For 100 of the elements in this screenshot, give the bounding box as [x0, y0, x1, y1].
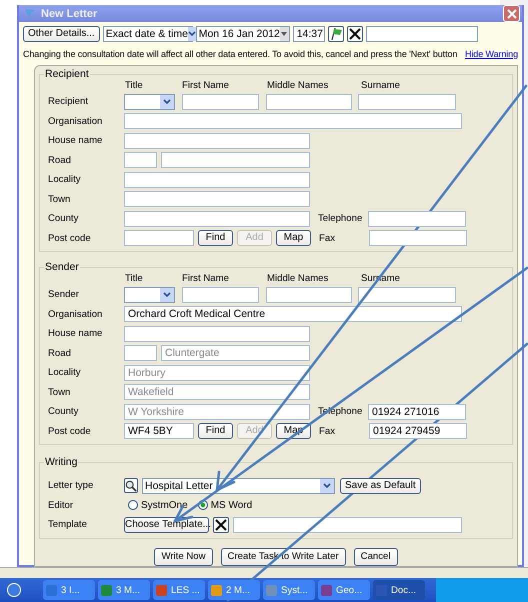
- taskbar-button[interactable]: 2 M...: [208, 580, 260, 600]
- surname-field[interactable]: [358, 286, 456, 303]
- column-header: First Name: [182, 80, 229, 91]
- taskbar-button[interactable]: Doc...: [373, 580, 425, 600]
- clear-button[interactable]: [213, 516, 229, 533]
- close-button[interactable]: [503, 5, 520, 22]
- text-field[interactable]: [124, 172, 310, 188]
- date-mode-dropdown[interactable]: Exact date & time: [102, 26, 193, 42]
- dialog-button[interactable]: Cancel: [354, 548, 398, 566]
- taskbar-button[interactable]: 3 I...: [43, 580, 95, 600]
- field-label: Town: [47, 386, 72, 398]
- search-button[interactable]: [124, 478, 138, 494]
- address-button[interactable]: Find: [198, 423, 233, 440]
- column-header: Title: [125, 80, 143, 91]
- field-label: Road: [47, 348, 72, 359]
- field-label: Post code: [47, 426, 92, 437]
- save-as-default-button[interactable]: Save as Default: [340, 478, 421, 494]
- text-field[interactable]: [124, 132, 310, 149]
- caret-icon: [188, 31, 196, 37]
- field-label: Fax: [319, 426, 336, 437]
- date-field[interactable]: Mon 16 Jan 2012: [196, 26, 290, 42]
- middle-names-field[interactable]: [266, 94, 352, 110]
- taskbar-button[interactable]: 3 M...: [98, 580, 150, 600]
- radio-circle[interactable]: [128, 500, 138, 510]
- section-title: Recipient: [44, 68, 90, 80]
- text-field[interactable]: [124, 326, 310, 342]
- template-field[interactable]: [233, 516, 462, 533]
- app-icon: [156, 584, 167, 596]
- window-title: New Letter: [41, 8, 98, 20]
- clear-button[interactable]: [346, 26, 363, 42]
- section-title: Writing: [44, 456, 78, 468]
- house-number-field[interactable]: [124, 152, 157, 168]
- surname-field[interactable]: [358, 94, 456, 110]
- browser-icon[interactable]: [6, 582, 22, 598]
- address-button[interactable]: Find: [198, 230, 233, 246]
- section-title: Sender: [44, 261, 80, 273]
- first-name-field[interactable]: [182, 94, 259, 110]
- other-details-button[interactable]: Other Details...: [23, 26, 100, 42]
- warning-text: Changing the consultation date will affect all other data entered. To avoid this, cancel and press the 'Next' button: [23, 49, 458, 59]
- taskbar-button[interactable]: Syst...: [263, 580, 315, 600]
- text-field[interactable]: W Yorkshire: [124, 404, 310, 420]
- column-header: Surname: [361, 80, 400, 91]
- text-field[interactable]: [366, 26, 478, 42]
- address-button[interactable]: Map: [276, 230, 311, 246]
- field-label: Sender: [47, 289, 80, 300]
- field-label: County: [47, 406, 80, 418]
- phone-field[interactable]: 01924 279459: [369, 423, 467, 440]
- text-field[interactable]: Horbury: [124, 364, 310, 381]
- column-header: Middle Names: [267, 273, 328, 284]
- field-label: Post code: [47, 232, 92, 244]
- field-label: Organisation: [47, 308, 104, 320]
- field-label: Road: [47, 154, 72, 166]
- phone-field[interactable]: [369, 230, 467, 246]
- house-number-field[interactable]: [124, 345, 157, 362]
- organisation-field[interactable]: [124, 113, 462, 130]
- flag-icon: [328, 27, 343, 41]
- title-dropdown[interactable]: [124, 94, 175, 110]
- hide-warning-link[interactable]: Hide Warning: [465, 49, 518, 59]
- app-icon: [46, 584, 57, 596]
- column-header: Title: [125, 273, 143, 284]
- editor-radio[interactable]: SystmOne: [128, 500, 188, 511]
- letter-type-dropdown[interactable]: Hospital Letter: [142, 478, 335, 494]
- field-label: Letter type: [47, 480, 94, 492]
- field-label: Fax: [319, 232, 336, 244]
- post-code-field[interactable]: [124, 230, 194, 246]
- text-field[interactable]: [124, 191, 310, 208]
- caret-icon: [163, 292, 171, 298]
- title-dropdown[interactable]: [124, 286, 175, 303]
- app-icon: [266, 584, 277, 596]
- field-label: Recipient: [47, 96, 89, 108]
- app-icon: [101, 584, 112, 596]
- field-label: House name: [47, 328, 104, 340]
- editor-radio[interactable]: MS Word: [198, 500, 252, 511]
- first-name-field[interactable]: [182, 286, 259, 303]
- dialog-button[interactable]: Write Now: [154, 548, 213, 566]
- field-label: Organisation: [47, 116, 104, 127]
- field-label: Telephone: [318, 213, 364, 224]
- field-label: County: [47, 213, 80, 224]
- text-field[interactable]: Wakefield: [124, 384, 310, 400]
- flag-button[interactable]: [328, 26, 344, 42]
- close-icon: [506, 8, 516, 18]
- text-field[interactable]: [124, 210, 310, 227]
- phone-field[interactable]: [368, 210, 466, 227]
- field-label: Locality: [47, 367, 82, 378]
- field-label: House name: [47, 135, 104, 146]
- column-header: First Name: [182, 273, 229, 284]
- column-header: Middle Names: [267, 80, 328, 91]
- clear-icon: [215, 518, 227, 531]
- search-icon: [125, 478, 137, 493]
- taskbar-button[interactable]: LES ...: [153, 580, 205, 600]
- phone-field[interactable]: 01924 271016: [368, 404, 466, 420]
- post-code-field[interactable]: WF4 5BY: [124, 423, 194, 440]
- road-field[interactable]: [161, 152, 310, 168]
- taskbar-button[interactable]: Geo...: [318, 580, 370, 600]
- field-label: Template: [47, 519, 88, 530]
- organisation-field[interactable]: Orchard Croft Medical Centre: [124, 306, 462, 322]
- time-field[interactable]: 14:37: [292, 26, 325, 42]
- middle-names-field[interactable]: [266, 286, 352, 303]
- app-icon: [321, 584, 332, 596]
- road-field[interactable]: Cluntergate: [161, 345, 310, 362]
